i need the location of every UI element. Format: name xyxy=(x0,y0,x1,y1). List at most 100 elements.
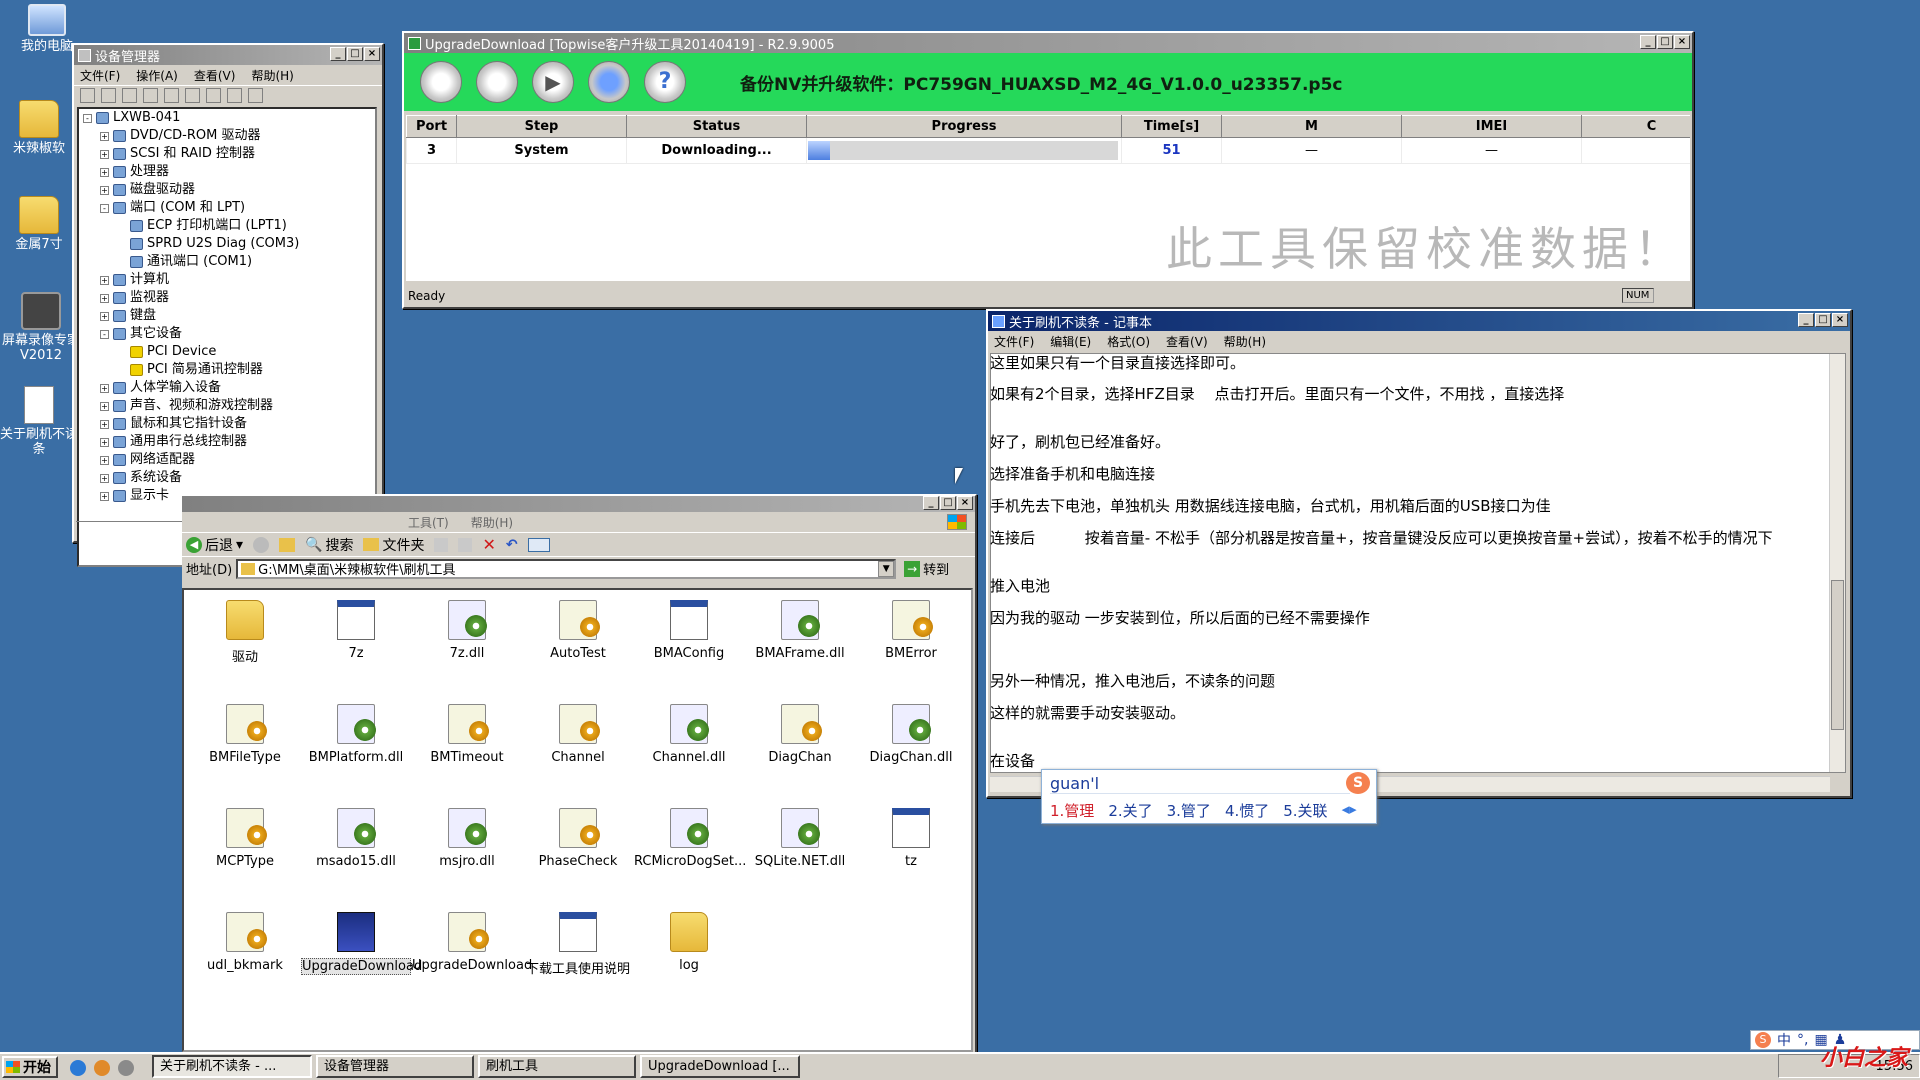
minimize-button[interactable]: _ xyxy=(923,496,939,510)
expand-toggle-icon[interactable]: + xyxy=(100,293,109,303)
expand-toggle-icon[interactable]: - xyxy=(83,113,92,123)
file-item[interactable]: BMError xyxy=(856,600,966,661)
forward-arrow-icon[interactable] xyxy=(253,536,270,553)
folders-button[interactable]: 文件夹 xyxy=(363,535,424,555)
chevron-down-icon[interactable]: ▼ xyxy=(878,560,895,577)
scan-icon[interactable] xyxy=(185,88,200,103)
tree-node[interactable]: + DVD/CD-ROM 驱动器 xyxy=(79,127,375,145)
options-icon[interactable] xyxy=(476,61,518,103)
file-item[interactable]: 7z xyxy=(301,600,411,661)
menu-view[interactable]: 查看(V) xyxy=(194,67,236,84)
col-time[interactable]: Time[s] xyxy=(1121,115,1222,138)
menu-file[interactable]: 文件(F) xyxy=(994,333,1034,350)
file-item[interactable]: MCPType xyxy=(190,808,300,869)
col-c[interactable]: C xyxy=(1581,115,1690,138)
tree-node[interactable]: + 监视器 xyxy=(79,289,375,307)
uninstall-icon[interactable] xyxy=(248,88,263,103)
tree-node[interactable]: + 声音、视频和游戏控制器 xyxy=(79,397,375,415)
close-button[interactable]: × xyxy=(957,496,973,510)
tree-node[interactable]: - LXWB-041 xyxy=(79,109,375,127)
tree-node[interactable]: + SCSI 和 RAID 控制器 xyxy=(79,145,375,163)
task-notepad[interactable]: 关于刷机不读条 - ... xyxy=(152,1055,312,1078)
up-folder-icon[interactable] xyxy=(279,537,296,552)
punctuation-icon[interactable]: °, xyxy=(1797,1032,1808,1048)
go-button[interactable]: → 转到 xyxy=(900,559,953,578)
menu-edit[interactable]: 编辑(E) xyxy=(1050,333,1091,350)
file-item[interactable]: 7z.dll xyxy=(412,600,522,661)
task-upgrade-download[interactable]: UpgradeDownload [... xyxy=(640,1055,800,1078)
file-item[interactable]: udl_bkmark xyxy=(190,912,300,973)
expand-toggle-icon[interactable]: + xyxy=(100,419,109,429)
address-input[interactable]: G:\MM\桌面\米辣椒软件\刷机工具 ▼ xyxy=(236,558,897,579)
settings-icon[interactable] xyxy=(420,61,462,103)
forward-arrow-icon[interactable] xyxy=(101,88,116,103)
col-m[interactable]: M xyxy=(1221,115,1402,138)
copy-to-icon[interactable] xyxy=(458,537,473,552)
file-item[interactable]: tz xyxy=(856,808,966,869)
close-button[interactable]: × xyxy=(1832,313,1848,327)
expand-toggle-icon[interactable]: - xyxy=(100,203,109,213)
scroll-thumb[interactable] xyxy=(1831,580,1844,730)
update-driver-icon[interactable] xyxy=(206,88,221,103)
ime-candidate[interactable]: 3.管了 xyxy=(1167,800,1211,821)
file-item[interactable]: msado15.dll xyxy=(301,808,411,869)
file-item[interactable]: Channel xyxy=(523,704,633,765)
views-icon[interactable] xyxy=(527,537,550,552)
tree-node[interactable]: + 系统设备 xyxy=(79,469,375,487)
task-device-manager[interactable]: 设备管理器 xyxy=(316,1055,474,1078)
minimize-button[interactable]: _ xyxy=(330,47,346,61)
close-button[interactable]: × xyxy=(364,47,380,61)
device-manager-titlebar[interactable]: 设备管理器 _ □ × xyxy=(74,45,382,65)
disable-icon[interactable] xyxy=(227,88,242,103)
expand-toggle-icon[interactable]: + xyxy=(100,401,109,411)
expand-toggle-icon[interactable]: - xyxy=(100,329,109,339)
menu-tools[interactable]: 工具(T) xyxy=(408,514,449,531)
expand-toggle-icon[interactable]: + xyxy=(100,383,109,393)
search-button[interactable]: 🔍 搜索 xyxy=(305,535,353,555)
ime-page-arrows-icon[interactable]: ◂▸ xyxy=(1342,800,1357,821)
expand-toggle-icon[interactable]: + xyxy=(100,275,109,285)
file-item[interactable]: BMAConfig xyxy=(634,600,744,661)
ime-candidate[interactable]: 5.关联 xyxy=(1283,800,1327,821)
file-item[interactable]: BMTimeout xyxy=(412,704,522,765)
ime-mode[interactable]: 中 xyxy=(1777,1030,1791,1050)
file-item[interactable]: AutoTest xyxy=(523,600,633,661)
start-play-icon[interactable]: ▶ xyxy=(532,61,574,103)
quicklaunch-ie-icon[interactable] xyxy=(70,1060,86,1076)
properties-icon[interactable] xyxy=(122,88,137,103)
file-item[interactable]: msjro.dll xyxy=(412,808,522,869)
expand-toggle-icon[interactable]: + xyxy=(100,185,109,195)
quicklaunch-media-icon[interactable] xyxy=(94,1060,110,1076)
menu-help[interactable]: 帮助(H) xyxy=(1224,333,1266,350)
tree-node[interactable]: + 人体学输入设备 xyxy=(79,379,375,397)
file-item[interactable]: BMFileType xyxy=(190,704,300,765)
quicklaunch-desktop-icon[interactable] xyxy=(118,1060,134,1076)
file-item[interactable]: RCMicroDogSet... xyxy=(634,808,746,869)
tree-node[interactable]: ECP 打印机端口 (LPT1) xyxy=(79,217,375,235)
file-item[interactable]: UpgradeDownload xyxy=(301,912,422,975)
tree-node[interactable]: + 通用串行总线控制器 xyxy=(79,433,375,451)
task-explorer[interactable]: 刷机工具 xyxy=(478,1055,636,1078)
file-item[interactable]: log xyxy=(634,912,744,973)
col-port[interactable]: Port xyxy=(406,115,457,138)
ime-candidate-box[interactable]: guan'l S 1.管理 2.关了 3.管了 4.惯了 5.关联 ◂▸ xyxy=(1041,769,1377,824)
col-progress[interactable]: Progress xyxy=(806,115,1122,138)
help-icon[interactable]: ? xyxy=(644,61,686,103)
start-button[interactable]: 开始 xyxy=(2,1056,58,1078)
expand-toggle-icon[interactable]: + xyxy=(100,455,109,465)
ime-candidate[interactable]: 2.关了 xyxy=(1108,800,1152,821)
maximize-button[interactable]: □ xyxy=(1815,313,1831,327)
undo-icon[interactable]: ↶ xyxy=(506,537,518,553)
menu-action[interactable]: 操作(A) xyxy=(136,67,178,84)
expand-toggle-icon[interactable]: + xyxy=(100,131,109,141)
maximize-button[interactable]: □ xyxy=(940,496,956,510)
vertical-scrollbar[interactable] xyxy=(1829,354,1845,772)
close-button[interactable]: × xyxy=(1674,35,1690,49)
expand-toggle-icon[interactable]: + xyxy=(100,311,109,321)
tree-node[interactable]: + 鼠标和其它指针设备 xyxy=(79,415,375,433)
tree-node[interactable]: + 磁盘驱动器 xyxy=(79,181,375,199)
tree-node[interactable]: - 其它设备 xyxy=(79,325,375,343)
tree-node[interactable]: + 计算机 xyxy=(79,271,375,289)
expand-toggle-icon[interactable]: + xyxy=(100,473,109,483)
ime-candidate[interactable]: 1.管理 xyxy=(1050,800,1094,821)
